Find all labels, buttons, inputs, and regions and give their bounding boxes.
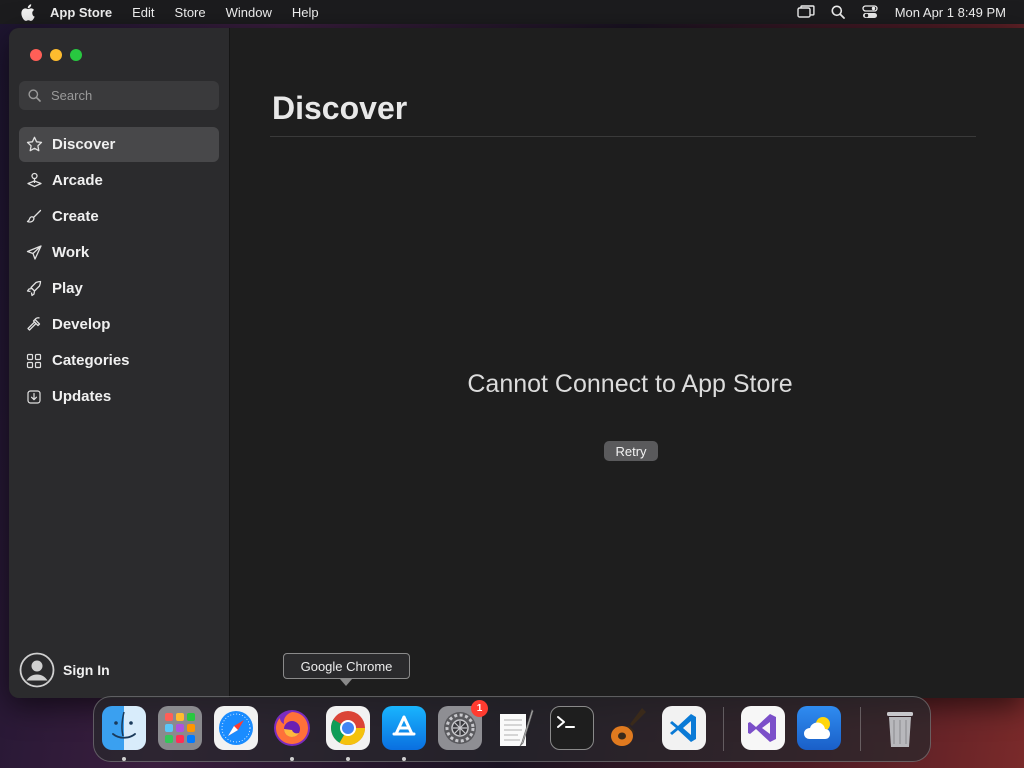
chrome-icon[interactable]	[326, 706, 370, 750]
connection-error-message: Cannot Connect to App Store	[467, 370, 793, 398]
star-icon	[25, 136, 43, 154]
trash-icon[interactable]	[878, 706, 922, 750]
menu-help[interactable]: Help	[292, 5, 319, 20]
sidebar-item-play[interactable]: Play	[19, 271, 219, 306]
weather-icon[interactable]	[797, 706, 841, 750]
dock-separator	[723, 707, 724, 751]
sidebar-item-label: Create	[52, 208, 99, 225]
avatar-icon	[19, 652, 55, 688]
menu-bar: App Store Edit Store Window Help Mon Apr…	[0, 0, 1024, 24]
visual-studio-icon[interactable]	[741, 706, 785, 750]
close-window-button[interactable]	[30, 49, 42, 61]
menu-bar-extras: Mon Apr 1 8:49 PM	[783, 0, 1006, 24]
menu-window[interactable]: Window	[226, 5, 272, 20]
sidebar: Discover Arcade Create Work	[9, 28, 230, 698]
menu-app-name[interactable]: App Store	[50, 5, 112, 20]
sidebar-item-label: Discover	[52, 136, 116, 153]
notification-badge: 1	[471, 700, 488, 717]
mouse-cursor-icon	[349, 762, 355, 768]
launchpad-icon[interactable]	[158, 706, 202, 750]
minimize-window-button[interactable]	[50, 49, 62, 61]
sidebar-item-categories[interactable]: Categories	[19, 343, 219, 378]
search-field[interactable]	[19, 81, 219, 110]
download-icon	[25, 388, 43, 406]
sidebar-item-label: Arcade	[52, 172, 103, 189]
sign-in-button[interactable]: Sign In	[19, 652, 110, 688]
vscode-icon[interactable]	[662, 706, 706, 750]
hammer-icon	[25, 316, 43, 334]
retry-button[interactable]: Retry	[604, 441, 658, 461]
sidebar-item-develop[interactable]: Develop	[19, 307, 219, 342]
running-indicator	[346, 757, 350, 761]
menu-store[interactable]: Store	[175, 5, 206, 20]
running-indicator	[402, 757, 406, 761]
apple-logo-icon[interactable]	[18, 3, 36, 21]
app-store-window: Discover Arcade Create Work	[9, 28, 1024, 698]
textedit-icon[interactable]	[494, 706, 538, 750]
brush-icon	[25, 208, 43, 226]
search-icon	[28, 89, 42, 103]
firefox-icon[interactable]	[270, 706, 314, 750]
joystick-icon	[25, 172, 43, 190]
terminal-icon[interactable]	[550, 706, 594, 750]
running-indicator	[290, 757, 294, 761]
sidebar-item-label: Categories	[52, 352, 130, 369]
window-controls	[30, 49, 90, 61]
app-store-icon[interactable]	[382, 706, 426, 750]
safari-icon[interactable]	[214, 706, 258, 750]
dock: 1	[93, 696, 931, 762]
menu-edit[interactable]: Edit	[132, 5, 154, 20]
rocket-icon	[25, 280, 43, 298]
finder-icon[interactable]	[102, 706, 146, 750]
sidebar-item-create[interactable]: Create	[19, 199, 219, 234]
screen-mirroring-icon[interactable]	[797, 4, 815, 20]
control-center-icon[interactable]	[861, 4, 879, 20]
sidebar-nav: Discover Arcade Create Work Play Develop…	[19, 127, 219, 415]
search-input[interactable]	[51, 88, 201, 103]
paper-plane-icon	[25, 244, 43, 262]
sidebar-item-work[interactable]: Work	[19, 235, 219, 270]
sidebar-item-label: Develop	[52, 316, 111, 333]
main-content: Discover Cannot Connect to App Store Ret…	[230, 28, 1024, 698]
spotlight-search-icon[interactable]	[829, 4, 847, 20]
running-indicator	[122, 757, 126, 761]
settings-icon[interactable]: 1	[438, 700, 488, 750]
title-divider	[270, 136, 976, 137]
dock-separator	[860, 707, 861, 751]
sidebar-item-updates[interactable]: Updates	[19, 379, 219, 414]
dock-tooltip: Google Chrome	[283, 653, 410, 686]
sidebar-item-label: Work	[52, 244, 90, 261]
sidebar-item-arcade[interactable]: Arcade	[19, 163, 219, 198]
menu-bar-clock[interactable]: Mon Apr 1 8:49 PM	[895, 5, 1006, 20]
sidebar-item-label: Play	[52, 280, 83, 297]
garageband-icon[interactable]	[606, 706, 650, 750]
zoom-window-button[interactable]	[70, 49, 82, 61]
grid-icon	[25, 352, 43, 370]
sidebar-item-discover[interactable]: Discover	[19, 127, 219, 162]
sign-in-label: Sign In	[63, 662, 110, 678]
page-title: Discover	[272, 90, 408, 126]
sidebar-item-label: Updates	[52, 388, 112, 405]
